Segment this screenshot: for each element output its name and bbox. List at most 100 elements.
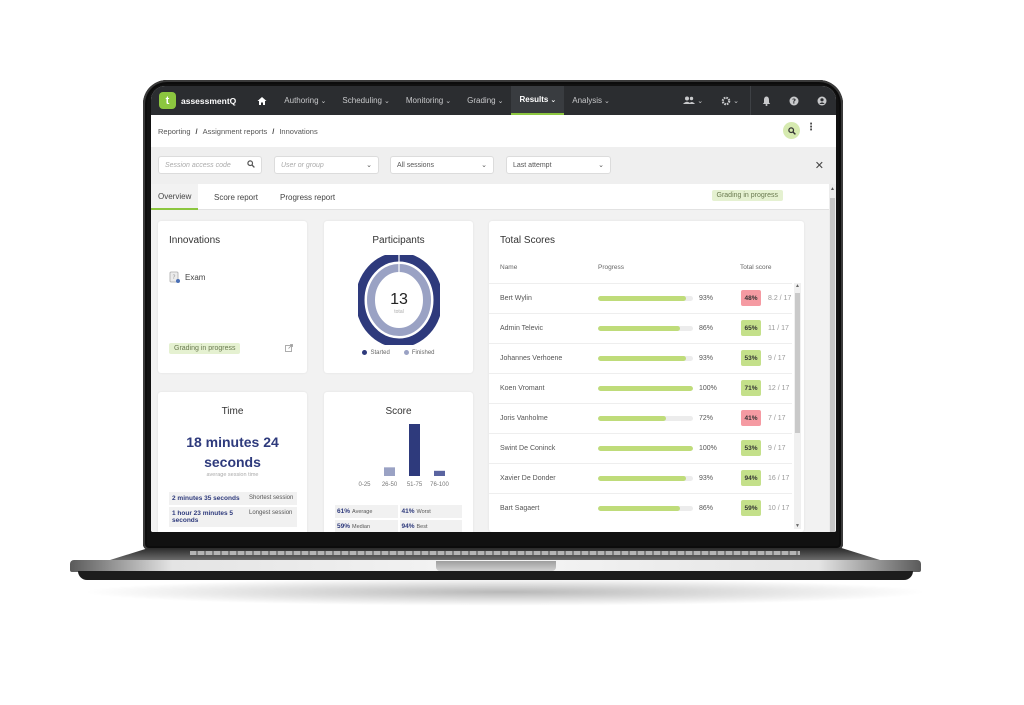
- close-filters-icon[interactable]: ✕: [815, 159, 824, 172]
- score-bar-76-100: [434, 470, 445, 476]
- score-badge: 94%: [741, 470, 761, 486]
- session-code-placeholder: Session access code: [165, 161, 231, 169]
- users-menu[interactable]: ⌄: [683, 96, 703, 105]
- page-scrollbar[interactable]: ▲: [829, 184, 836, 532]
- table-row[interactable]: Admin Televic 86% 65% 11 / 17: [489, 313, 792, 343]
- nav-analysis[interactable]: Analysis ⌄: [572, 86, 610, 115]
- legend-finished: Finished: [403, 350, 435, 357]
- stat-label: Median: [352, 524, 371, 530]
- participant-name[interactable]: Koen Vromant: [500, 385, 545, 392]
- app-logo-icon[interactable]: t: [159, 92, 176, 109]
- participants-donut: 13 total: [358, 255, 440, 345]
- chevron-down-icon: ⌄: [497, 97, 504, 105]
- exam-label: Exam: [185, 273, 206, 282]
- external-link-icon[interactable]: [285, 344, 293, 354]
- attempt-value: Last attempt: [513, 161, 552, 169]
- score-fraction: 7 / 17: [768, 415, 786, 422]
- progress-fill: [598, 326, 680, 331]
- tab-score-report[interactable]: Score report: [207, 184, 265, 210]
- account-button[interactable]: [817, 96, 827, 106]
- score-histogram: 0-25 26-50 51-75 76-100: [358, 424, 450, 488]
- breadcrumb: Reporting / Assignment reports / Innovat…: [158, 127, 318, 136]
- table-row[interactable]: Swint De Coninck 100% 53% 9 / 17: [489, 433, 792, 463]
- participant-name[interactable]: Bart Sagaert: [500, 505, 539, 512]
- breadcrumb-separator: /: [272, 126, 275, 136]
- sessions-select[interactable]: All sessions ⌄: [390, 156, 494, 174]
- breadcrumb-reporting[interactable]: Reporting: [158, 127, 191, 136]
- home-icon[interactable]: [256, 95, 268, 107]
- column-header-progress[interactable]: Progress: [598, 264, 624, 271]
- score-bar-51-75: [409, 424, 420, 476]
- progress-bar: [598, 416, 693, 421]
- scroll-up-icon[interactable]: ▲: [795, 283, 800, 289]
- score-card: Score 0-25 26-50 51-75 76-100 61% Average 41…: [324, 392, 473, 532]
- legend-label: Finished: [411, 350, 435, 357]
- column-header-total-score[interactable]: Total score: [740, 264, 771, 271]
- attempt-select[interactable]: Last attempt ⌄: [506, 156, 611, 174]
- help-button[interactable]: ?: [789, 96, 799, 106]
- nav-authoring[interactable]: Authoring ⌄: [284, 86, 326, 115]
- breadcrumb-assignment-reports[interactable]: Assignment reports: [203, 127, 268, 136]
- table-scrollbar[interactable]: ▲ ▼: [794, 283, 801, 529]
- session-code-input[interactable]: Session access code: [158, 156, 262, 174]
- toggle-filters-button[interactable]: [783, 122, 800, 139]
- progress-percent: 72%: [699, 415, 714, 422]
- table-row[interactable]: Johannes Verhoene 93% 53% 9 / 17: [489, 343, 792, 373]
- participants-total: 13: [390, 291, 408, 308]
- participants-total-label: total: [394, 309, 403, 315]
- innovations-card: Innovations ? Exam Grading in progress: [158, 221, 307, 373]
- participant-name[interactable]: Bert Wylin: [500, 295, 532, 302]
- chevron-down-icon: ⌄: [384, 97, 390, 105]
- participant-name[interactable]: Xavier De Donder: [500, 475, 556, 482]
- chevron-down-icon: ⌄: [598, 162, 604, 169]
- column-header-name[interactable]: Name: [500, 264, 517, 271]
- scroll-down-icon[interactable]: ▼: [795, 523, 800, 529]
- participant-name[interactable]: Joris Vanholme: [500, 415, 548, 422]
- progress-percent: 93%: [699, 355, 714, 362]
- chevron-down-icon: ⌄: [697, 97, 704, 105]
- score-badge: 65%: [741, 320, 761, 336]
- table-row[interactable]: Koen Vromant 100% 71% 12 / 17: [489, 373, 792, 403]
- progress-fill: [598, 386, 693, 391]
- participant-name[interactable]: Swint De Coninck: [500, 445, 555, 452]
- tab-progress-report[interactable]: Progress report: [273, 184, 342, 210]
- page-scroll-thumb[interactable]: [830, 198, 835, 532]
- score-stat-average: 61% Average: [335, 505, 398, 518]
- progress-bar: [598, 476, 693, 481]
- breadcrumb-innovations: Innovations: [279, 126, 318, 136]
- stat-label: Worst: [416, 509, 431, 515]
- table-scroll-thumb[interactable]: [795, 293, 800, 433]
- table-row[interactable]: Bert Wylin 93% 48% 8.2 / 17: [489, 283, 792, 313]
- nav-scheduling[interactable]: Scheduling ⌄: [342, 86, 389, 115]
- laptop-foot: [78, 571, 913, 580]
- table-row[interactable]: Bart Sagaert 86% 59% 10 / 17: [489, 493, 792, 523]
- participant-name[interactable]: Johannes Verhoene: [500, 355, 562, 362]
- tab-overview[interactable]: Overview: [151, 184, 199, 210]
- exam-item[interactable]: ? Exam: [169, 271, 205, 284]
- more-options-icon[interactable]: ⋮: [806, 123, 816, 133]
- nav-grading[interactable]: Grading ⌄: [467, 86, 503, 115]
- total-scores-title: Total Scores: [500, 235, 556, 246]
- participant-name[interactable]: Admin Televic: [500, 325, 543, 332]
- time-stats: 2 minutes 35 seconds Shortest session 1 …: [169, 492, 297, 529]
- user-group-select[interactable]: User or group ⌄: [274, 156, 379, 174]
- table-row[interactable]: Xavier De Donder 93% 94% 16 / 17: [489, 463, 792, 493]
- progress-fill: [598, 416, 667, 421]
- user-group-placeholder: User or group: [281, 161, 324, 169]
- legend-label: Started: [370, 350, 390, 357]
- longest-session-value: 1 hour 23 minutes 5 seconds: [172, 510, 234, 524]
- table-row[interactable]: Joris Vanholme 72% 41% 7 / 17: [489, 403, 792, 433]
- nav-results[interactable]: Results ⌄: [511, 86, 565, 115]
- score-bar-26-50: [384, 467, 395, 476]
- nav-monitoring[interactable]: Monitoring ⌄: [406, 86, 451, 115]
- app-name[interactable]: assessmentQ: [181, 96, 236, 106]
- total-scores-table: Bert Wylin 93% 48% 8.2 / 17 Admin Televic 86%…: [489, 283, 792, 523]
- notifications-button[interactable]: [762, 96, 771, 106]
- progress-bar: [598, 386, 693, 391]
- settings-menu[interactable]: ⌄: [721, 96, 739, 106]
- progress-percent: 93%: [699, 475, 714, 482]
- progress-fill: [598, 506, 680, 511]
- progress-bar: [598, 326, 693, 331]
- stat-label: Average: [352, 509, 373, 515]
- scroll-up-icon[interactable]: ▲: [830, 186, 835, 192]
